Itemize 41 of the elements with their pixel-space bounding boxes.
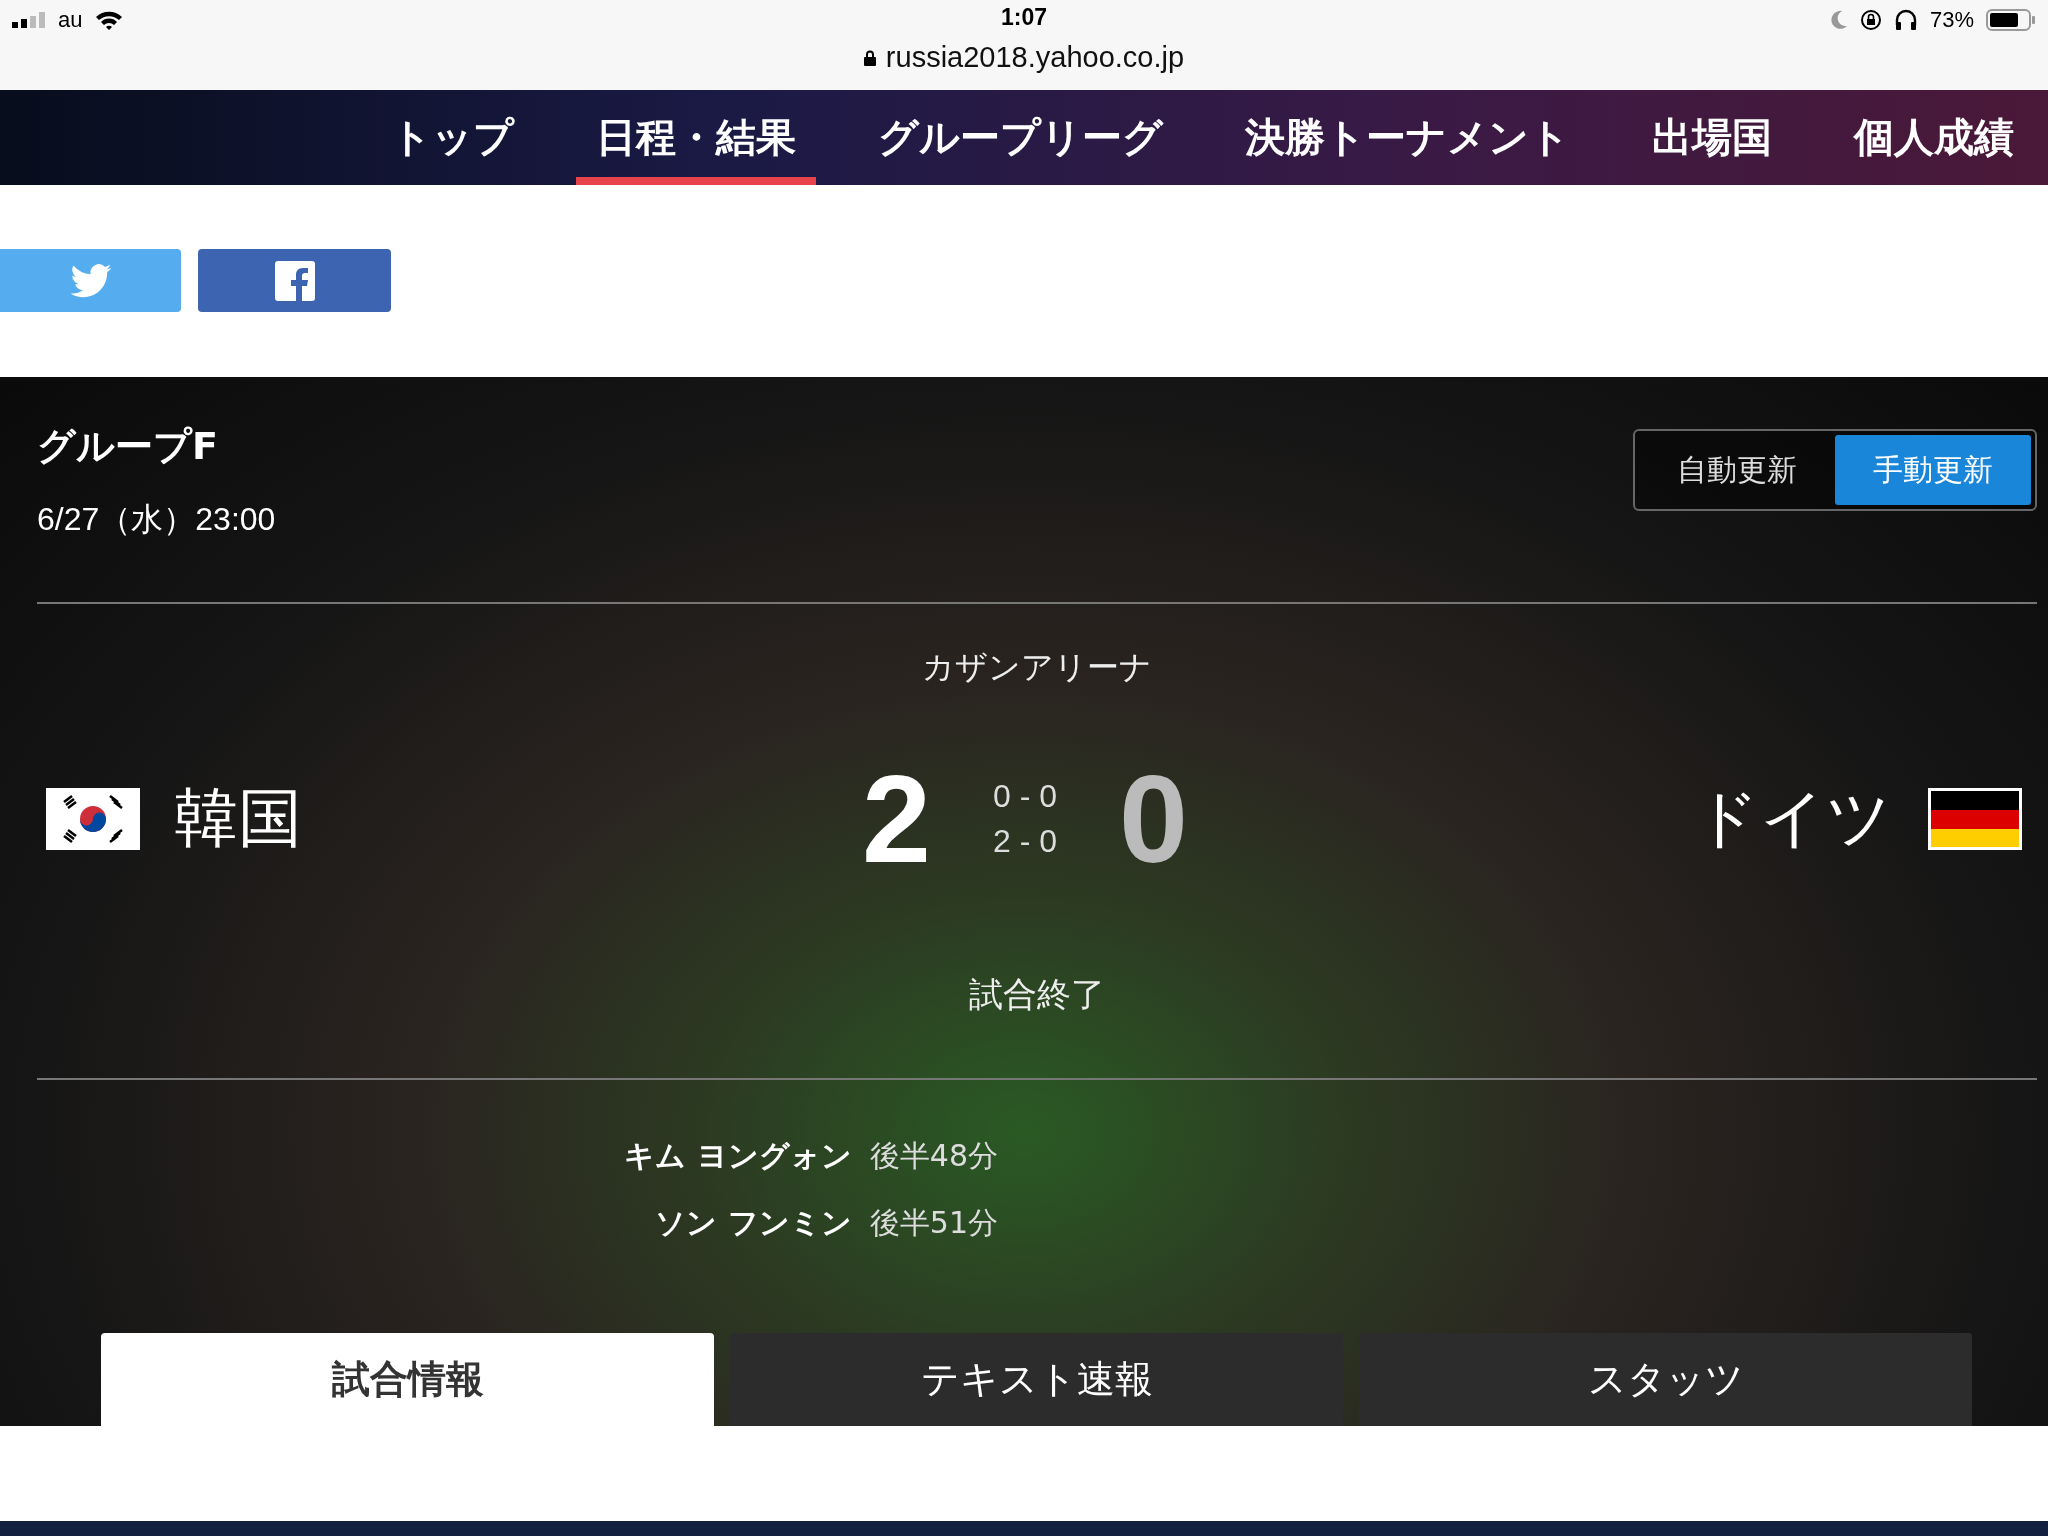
venue-name: カザンアリーナ xyxy=(921,647,1153,688)
carrier-name: au xyxy=(58,7,83,33)
headphones-icon xyxy=(1893,9,1918,31)
away-team-name: ドイツ xyxy=(1694,780,1892,857)
url-text[interactable]: russia2018.yahoo.co.jp xyxy=(885,41,1185,74)
nav-tab[interactable]: トップ xyxy=(371,90,534,185)
nav-tab[interactable]: 日程・結果 xyxy=(576,90,816,185)
update-mode-option[interactable]: 手動更新 xyxy=(1835,435,2031,505)
nav-tab[interactable]: グループリーグ xyxy=(858,90,1183,185)
signal-icon xyxy=(12,12,46,28)
away-score: 0 xyxy=(1119,748,1188,890)
scorer-name: キム ヨングォン xyxy=(624,1137,852,1175)
battery-percent: 73% xyxy=(1929,7,1974,33)
nav-tab[interactable]: 決勝トーナメント xyxy=(1225,90,1590,185)
moon-icon xyxy=(1829,10,1848,30)
goal-time: 後半48分 xyxy=(869,1137,998,1175)
home-team-name: 韓国 xyxy=(174,780,302,857)
group-title: グループF xyxy=(37,423,219,470)
nav-tab[interactable]: 個人成績 xyxy=(1834,90,2034,185)
content-tab[interactable]: テキスト速報 xyxy=(730,1333,1343,1426)
update-mode-option[interactable]: 自動更新 xyxy=(1639,435,1835,505)
battery-icon xyxy=(1986,9,2036,31)
content-tab[interactable]: 試合情報 xyxy=(101,1333,714,1426)
half-score: 0 - 0 xyxy=(992,777,1057,815)
flag-icon xyxy=(46,787,140,850)
flag-icon xyxy=(1928,787,2022,850)
nav-tab[interactable]: 出場国 xyxy=(1632,90,1792,185)
match-status: 試合終了 xyxy=(968,973,1106,1016)
wifi-icon xyxy=(94,9,125,31)
scorer-name: ソン フンミン xyxy=(655,1204,852,1242)
lock-icon xyxy=(863,49,876,66)
half-score: 2 - 0 xyxy=(992,822,1057,860)
home-score: 2 xyxy=(862,748,931,890)
rotation-lock-icon xyxy=(1859,9,1882,31)
facebook-f-icon xyxy=(274,260,315,301)
facebook-share-button[interactable] xyxy=(198,249,391,312)
content-tab[interactable]: スタッツ xyxy=(1359,1333,1972,1426)
bird-icon xyxy=(69,263,112,298)
goal-time: 後半51分 xyxy=(869,1204,998,1242)
match-datetime: 6/27（水）23:00 xyxy=(37,500,276,539)
clock-time: 1:07 xyxy=(1000,4,1047,31)
